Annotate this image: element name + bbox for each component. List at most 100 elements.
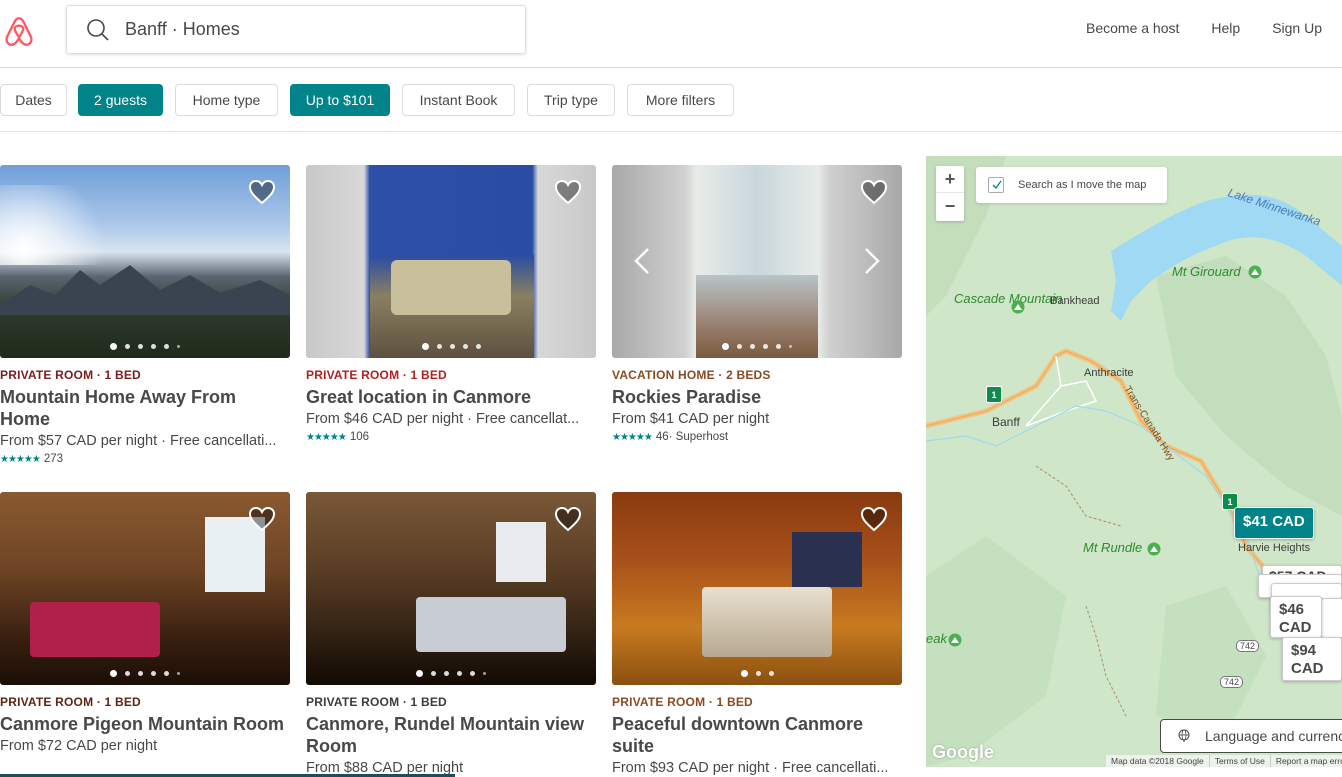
checkmark-icon [992,180,1002,190]
filter-home-type[interactable]: Home type [175,84,278,116]
listing-photo[interactable] [0,165,290,358]
listing-title[interactable]: Canmore Pigeon Mountain Room [0,713,290,735]
filter-instant-book[interactable]: Instant Book [402,84,515,116]
airbnb-logo-icon[interactable] [2,14,36,48]
map-price-pin[interactable]: $46 CAD [1270,596,1322,638]
photo-dot[interactable] [177,345,180,348]
map[interactable]: + − Search as I move the map Lake Minnew… [926,156,1342,767]
star-rating-icon: ★★★★★ [306,431,347,443]
zoom-out-button[interactable]: − [936,193,964,220]
sign-up-link[interactable]: Sign Up [1256,20,1322,36]
photo-dot[interactable] [151,671,156,676]
photo-dot[interactable] [125,344,130,349]
zoom-in-button[interactable]: + [936,166,964,193]
globe-icon [1178,729,1190,742]
photo-dot[interactable] [776,344,781,349]
listing-title[interactable]: Mountain Home Away From Home [0,386,290,430]
review-count: 273 [43,453,64,465]
listing-title[interactable]: Peaceful downtown Canmore suite [612,713,902,757]
photo-dot[interactable] [164,671,169,676]
photo-dot[interactable] [768,671,774,676]
become-a-host-link[interactable]: Become a host [1070,20,1195,36]
heart-icon[interactable] [248,506,276,532]
search-as-move-toggle[interactable]: Search as I move the map [976,167,1167,203]
filter-guests[interactable]: 2 guests [78,84,163,116]
superhost-badge: · Superhost [668,431,729,443]
listing-card[interactable]: PRIVATE ROOM · 1 BED Canmore Pigeon Moun… [0,492,290,754]
photo-dot[interactable] [737,344,742,349]
listing-title[interactable]: Canmore, Rundel Mountain view Room [306,713,596,757]
photo-dot[interactable] [421,343,429,350]
search-bar[interactable]: Banff · Homes [66,5,526,54]
help-link[interactable]: Help [1195,20,1256,36]
listing-photo[interactable] [306,165,596,358]
search-input[interactable]: Banff · Homes [125,19,240,40]
report-map-error-link[interactable]: Report a map error [1271,755,1342,767]
photo-dot[interactable] [431,671,436,676]
heart-icon[interactable] [860,179,888,205]
listing-card[interactable]: PRIVATE ROOM · 1 BED Great location in C… [306,165,596,443]
map-label-mt-girouard: Mt Girouard [1172,264,1241,279]
listing-rating: ★★★★★ 106 [306,431,596,443]
photo-dot[interactable] [740,670,748,677]
next-photo-arrow-icon[interactable] [862,245,882,277]
map-price-pin[interactable]: $94 CAD [1282,637,1342,681]
listing-photo[interactable] [0,492,290,685]
heart-icon[interactable] [248,179,276,205]
listing-card[interactable]: VACATION HOME · 2 BEDS Rockies Paradise … [612,165,902,443]
photo-dot[interactable] [110,343,117,350]
listing-photo[interactable] [612,492,902,685]
photo-dot[interactable] [138,671,143,676]
photo-dot[interactable] [483,672,486,675]
heart-icon[interactable] [554,506,582,532]
map-terrain [926,156,1342,767]
photo-dot[interactable] [164,344,169,349]
photo-dot[interactable] [177,672,180,675]
mountain-silhouette [0,265,290,315]
highway-shield-icon: 1 [986,386,1002,403]
photo-dot[interactable] [110,670,117,677]
heart-icon[interactable] [860,506,888,532]
listing-photo[interactable] [306,492,596,685]
listing-price: From $41 CAD per night [612,411,770,427]
photo-dot[interactable] [436,344,442,349]
photo-dot[interactable] [789,345,792,348]
photo-dot[interactable] [138,344,143,349]
heart-icon[interactable] [554,179,582,205]
listing-price: From $93 CAD per night · Free cancellati… [612,760,889,776]
photo-dot[interactable] [475,344,481,349]
photo-dot[interactable] [462,344,468,349]
previous-photo-arrow-icon[interactable] [632,245,652,277]
photo-dot[interactable] [444,671,449,676]
language-currency-label: Language and currency [1205,728,1342,744]
map-price-pin-selected[interactable]: $41 CAD [1234,507,1314,539]
listing-title[interactable]: Rockies Paradise [612,386,902,408]
photo-dot[interactable] [151,344,156,349]
listing-card[interactable]: PRIVATE ROOM · 1 BED Canmore, Rundel Mou… [306,492,596,776]
photo-dot[interactable] [457,671,462,676]
listing-title[interactable]: Great location in Canmore [306,386,596,408]
photo-dot[interactable] [755,671,761,676]
photo-dot[interactable] [470,671,475,676]
photo-dot[interactable] [763,344,768,349]
terms-of-use-link[interactable]: Terms of Use [1210,755,1271,767]
photo-dot[interactable] [449,344,455,349]
photo-dot[interactable] [722,343,729,350]
language-currency-button[interactable]: Language and currency [1160,719,1342,753]
filter-dates[interactable]: Dates [0,84,67,116]
google-logo: Google [932,742,994,762]
listing-photo[interactable] [612,165,902,358]
photo-dot[interactable] [750,344,755,349]
photo-dot[interactable] [416,670,423,677]
photo-dot[interactable] [125,671,130,676]
filter-trip-type[interactable]: Trip type [527,84,615,116]
map-data-text: Map data ©2018 Google [1106,755,1210,767]
search-as-move-checkbox[interactable] [988,177,1004,193]
listing-card[interactable]: PRIVATE ROOM · 1 BED Peaceful downtown C… [612,492,902,776]
map-price-pin[interactable] [1321,598,1342,638]
filter-more-filters[interactable]: More filters [627,84,734,116]
filter-bar: Dates 2 guests Home type Up to $101 Inst… [0,68,1342,132]
filter-price[interactable]: Up to $101 [290,84,390,116]
top-header: Banff · Homes Become a host Help Sign Up [0,0,1342,68]
listing-card[interactable]: PRIVATE ROOM · 1 BED Mountain Home Away … [0,165,290,465]
